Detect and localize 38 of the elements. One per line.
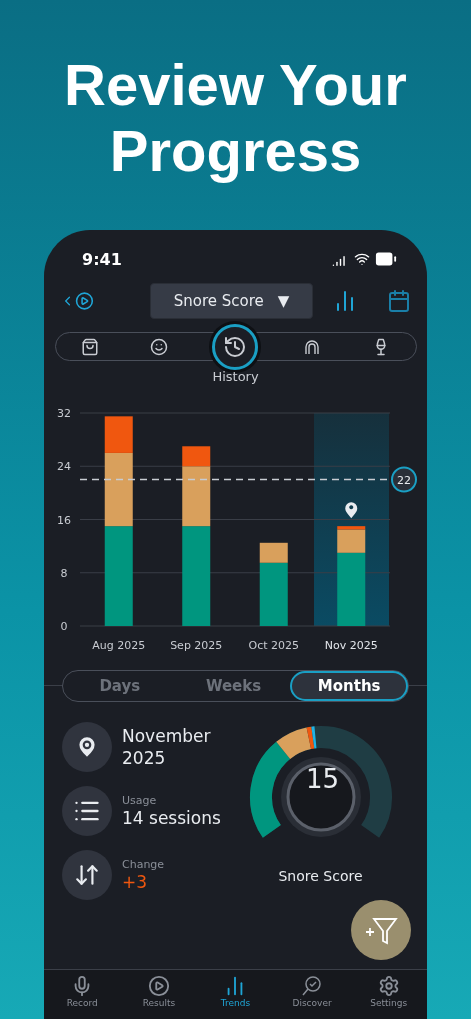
axis-label: 32 — [57, 407, 71, 420]
axis-label: 16 — [57, 513, 71, 527]
metric-dropdown[interactable]: Snore Score ▼ — [150, 283, 313, 319]
play-circle-icon — [147, 975, 170, 997]
status-time: 9:41 — [82, 249, 122, 269]
history-icon[interactable] — [212, 323, 259, 370]
axis-label: 0 — [60, 620, 68, 633]
axis-label: Sep 2025 — [170, 639, 223, 652]
period-tab[interactable]: Days — [63, 671, 177, 701]
gauge-label: Snore Score — [278, 868, 363, 884]
filter-label: History — [212, 369, 259, 384]
location-pin-icon — [345, 502, 358, 519]
gear-icon — [377, 975, 400, 997]
stat-label: Change — [122, 857, 165, 871]
add-filter-button[interactable] — [351, 900, 411, 960]
nav-tab[interactable]: Discover — [273, 970, 351, 1019]
axis-label: Aug 2025 — [92, 639, 146, 652]
wifi-icon — [354, 251, 370, 267]
axis-label: Oct 2025 — [248, 639, 299, 652]
nav-tab[interactable]: Results — [120, 970, 198, 1019]
score-value: 15 — [304, 763, 341, 796]
stat-label: Usage — [122, 793, 158, 807]
stat-value: 14 sessions — [122, 806, 221, 829]
nav-tab[interactable]: Record — [44, 970, 121, 1019]
reference-value: 22 — [397, 473, 411, 487]
nav-tab[interactable]: Trends — [197, 970, 274, 1019]
stat-value: November 2025 — [122, 725, 212, 769]
axis-label: 8 — [60, 566, 68, 580]
axis-label: Nov 2025 — [324, 639, 378, 652]
headline: Review Your Progress — [63, 52, 408, 185]
up-down-arrows-icon — [74, 862, 100, 888]
play-circle-icon — [75, 291, 94, 311]
magnifier-check-icon — [301, 975, 324, 997]
axis-label: 24 — [57, 460, 71, 474]
nav-tab[interactable]: Settings — [350, 970, 427, 1019]
period-tab[interactable]: Months — [290, 671, 408, 701]
period-tab[interactable]: Weeks — [176, 671, 291, 701]
stat-value: +3 — [122, 870, 149, 893]
